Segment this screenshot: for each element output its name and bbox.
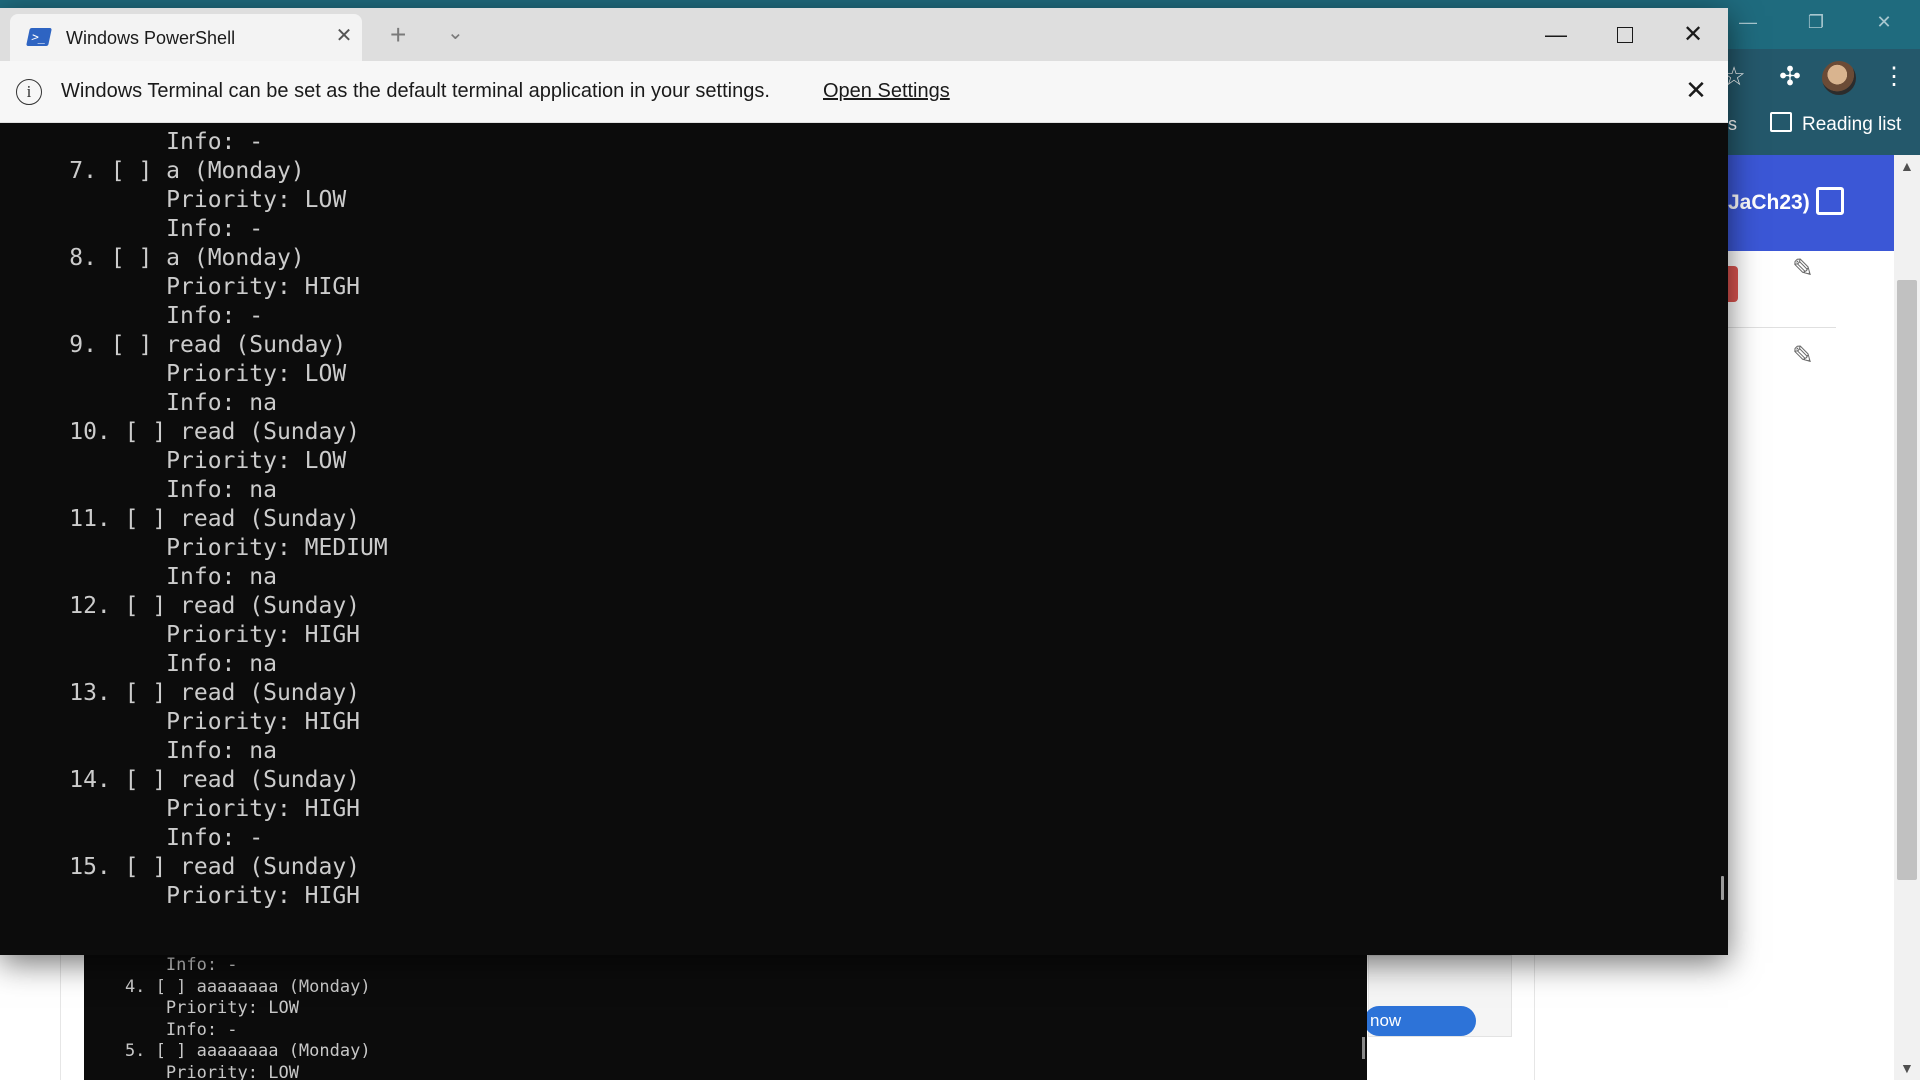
reading-list-button[interactable]: Reading list [1770,112,1901,136]
console-line: Info: - [0,129,264,155]
console-line: Priority: HIGH [0,883,361,909]
console-line: 15. [ ] read (Sunday) [0,854,361,880]
console-line: 14. [ ] read (Sunday) [0,767,361,793]
console-line: Priority: LOW [84,1062,299,1080]
console-line: Priority: LOW [0,448,347,474]
console-line: Priority: LOW [84,998,299,1018]
console-line: Info: - [84,1019,238,1040]
close-button[interactable]: ✕ [1673,20,1713,50]
browser-minimize-button[interactable]: — [1726,8,1770,36]
console-output[interactable]: Info: - 7. [ ] a (Monday) Priority: LOW … [0,123,1728,955]
minimize-button[interactable]: — [1536,20,1576,50]
panel-border [1534,955,1535,1080]
scroll-up-arrow-icon[interactable]: ▲ [1900,158,1914,174]
tab-title: Windows PowerShell [66,28,236,48]
console-line: 5. [ ] aaaaaaaa (Monday) [84,1041,371,1061]
default-terminal-infobar: i Windows Terminal can be set as the def… [0,61,1728,123]
console-scrollbar[interactable] [1721,876,1724,900]
console-line: Info: na [0,390,277,416]
console-line: 12. [ ] read (Sunday) [0,593,361,619]
logout-icon[interactable] [1816,187,1844,215]
console-line: Info: - [0,825,264,851]
extensions-puzzle-icon[interactable]: ✣ [1772,61,1808,97]
console-line: Info: na [0,738,277,764]
terminal-tab-bar: >_ Windows PowerShell ✕ + ⌄ — ✕ [0,8,1728,61]
console-line: Info: na [0,651,277,677]
console-line: Info: na [0,564,277,590]
console-line: Priority: HIGH [0,796,361,822]
panel-border [60,955,61,1080]
browser-menu-icon[interactable]: ⋮ [1882,62,1906,92]
blue-action-button[interactable]: now [1364,1006,1476,1036]
console-line: Info: na [0,477,277,503]
browser-restore-button[interactable]: ❐ [1794,8,1838,36]
page-header: JaCh23) [1720,155,1895,251]
new-tab-plus-icon[interactable]: + [390,21,406,49]
console-line: Priority: LOW [0,187,347,213]
console-line: Priority: HIGH [0,622,361,648]
console-line: 11. [ ] read (Sunday) [0,506,361,532]
console-line: Info: - [84,955,238,975]
console-line: 8. [ ] a (Monday) [0,245,305,271]
console-line: 4. [ ] aaaaaaaa (Monday) [84,976,371,997]
console-line: Priority: LOW [0,361,347,387]
browser-close-button[interactable]: ✕ [1862,8,1906,36]
header-user-text: JaCh23) [1728,191,1810,214]
console-scrollbar[interactable] [1362,1037,1365,1059]
open-settings-link[interactable]: Open Settings [823,80,950,103]
maximize-icon [1617,26,1633,43]
console-line: Priority: MEDIUM [0,535,388,561]
reading-list-icon [1770,112,1792,132]
console-line: 10. [ ] read (Sunday) [0,419,361,445]
console-line: 13. [ ] read (Sunday) [0,680,361,706]
info-icon: i [16,79,42,105]
edit-pencil-icon[interactable]: ✎ [1792,342,1818,368]
infobar-close-icon[interactable]: ✕ [1681,75,1711,105]
console-line: 9. [ ] read (Sunday) [0,332,347,358]
row-divider [1728,327,1836,328]
powershell-icon: >_ [26,28,52,46]
console-line: Priority: HIGH [0,709,361,735]
maximize-button[interactable] [1605,20,1645,50]
powershell-terminal-window: >_ Windows PowerShell ✕ + ⌄ — ✕ i Window… [0,8,1728,955]
profile-avatar[interactable] [1822,61,1856,95]
console-line: Info: - [0,303,264,329]
reading-list-label: Reading list [1802,114,1902,135]
console-line: Priority: HIGH [0,274,361,300]
console-line: Info: - [0,216,264,242]
console-line: 7. [ ] a (Monday) [0,158,305,184]
page-scrollbar-thumb[interactable] [1897,280,1917,880]
infobar-message: Windows Terminal can be set as the defau… [61,80,770,102]
background-terminal: Info: - 4. [ ] aaaaaaaa (Monday) Priorit… [84,955,1367,1080]
chevron-down-icon[interactable]: ⌄ [447,20,464,46]
edit-pencil-icon[interactable]: ✎ [1792,255,1818,281]
scroll-down-arrow-icon[interactable]: ▼ [1900,1060,1914,1076]
tab-windows-powershell[interactable]: >_ Windows PowerShell ✕ [10,14,362,61]
toolbar-truncated-text: s [1728,114,1737,134]
tab-close-icon[interactable]: ✕ [332,24,356,48]
